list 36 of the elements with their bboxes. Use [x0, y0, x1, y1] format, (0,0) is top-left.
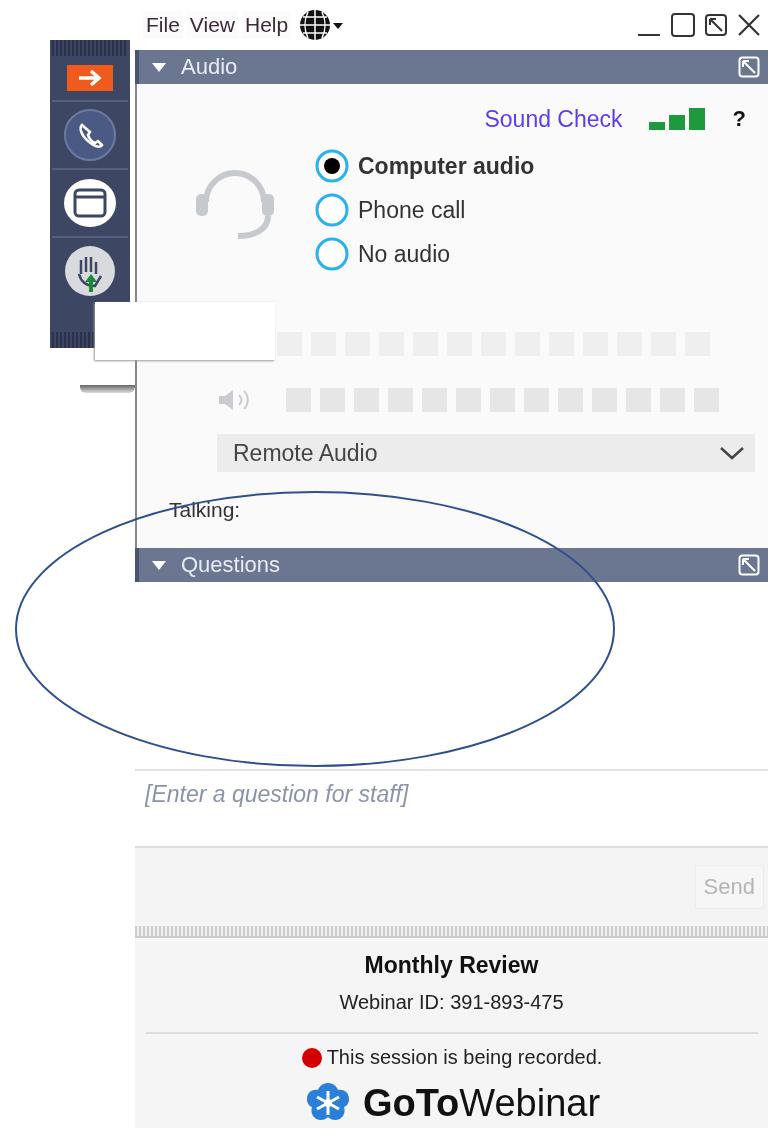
menu-item[interactable]: File [143, 11, 183, 39]
arrow-button[interactable] [67, 65, 113, 91]
speaker-dropdown[interactable]: Remote Audio [217, 434, 755, 472]
talking-label: Talking: [169, 498, 242, 522]
section-header[interactable]: Questions [135, 548, 768, 582]
radio-button[interactable] [314, 148, 350, 184]
phone-button[interactable] [63, 108, 117, 162]
product-logo-text: GoToWebinar [362, 1084, 601, 1122]
webinar-id: Webinar ID: 391-893-475 [339, 991, 564, 1014]
pop-out-icon[interactable] [704, 13, 728, 37]
radio-button[interactable] [314, 236, 350, 272]
chevron-down-icon [719, 445, 745, 461]
language-menu-icon[interactable] [299, 8, 346, 42]
menu-item[interactable]: Help [242, 11, 292, 39]
collapse-triangle-icon[interactable] [151, 559, 167, 571]
section-title: Audio [181, 54, 239, 80]
radio-button[interactable] [314, 192, 350, 228]
toolbar-shadow [80, 385, 135, 393]
raise-hand-button[interactable] [63, 244, 117, 298]
close-icon[interactable] [736, 12, 762, 38]
recording-dot-icon [300, 1046, 323, 1069]
webinar-title: Monthly Review [364, 952, 539, 979]
help-button[interactable]: ? [732, 106, 746, 132]
audio-option[interactable]: No audio [314, 236, 535, 272]
collapse-triangle-icon[interactable] [151, 61, 167, 73]
audio-option[interactable]: Phone call [314, 192, 535, 228]
resize-grip[interactable] [135, 926, 768, 938]
menu-item[interactable]: View [186, 11, 238, 39]
audio-option[interactable]: Computer audio [314, 148, 535, 184]
signal-bars-icon [648, 108, 707, 130]
sound-check-link[interactable]: Sound Check [484, 105, 623, 133]
recording-notice: This session is being recorded. [326, 1046, 603, 1069]
window-button[interactable] [63, 178, 117, 228]
section-title: Questions [181, 552, 282, 578]
section-header[interactable]: Audio [135, 50, 768, 84]
maximize-icon[interactable] [670, 12, 696, 38]
